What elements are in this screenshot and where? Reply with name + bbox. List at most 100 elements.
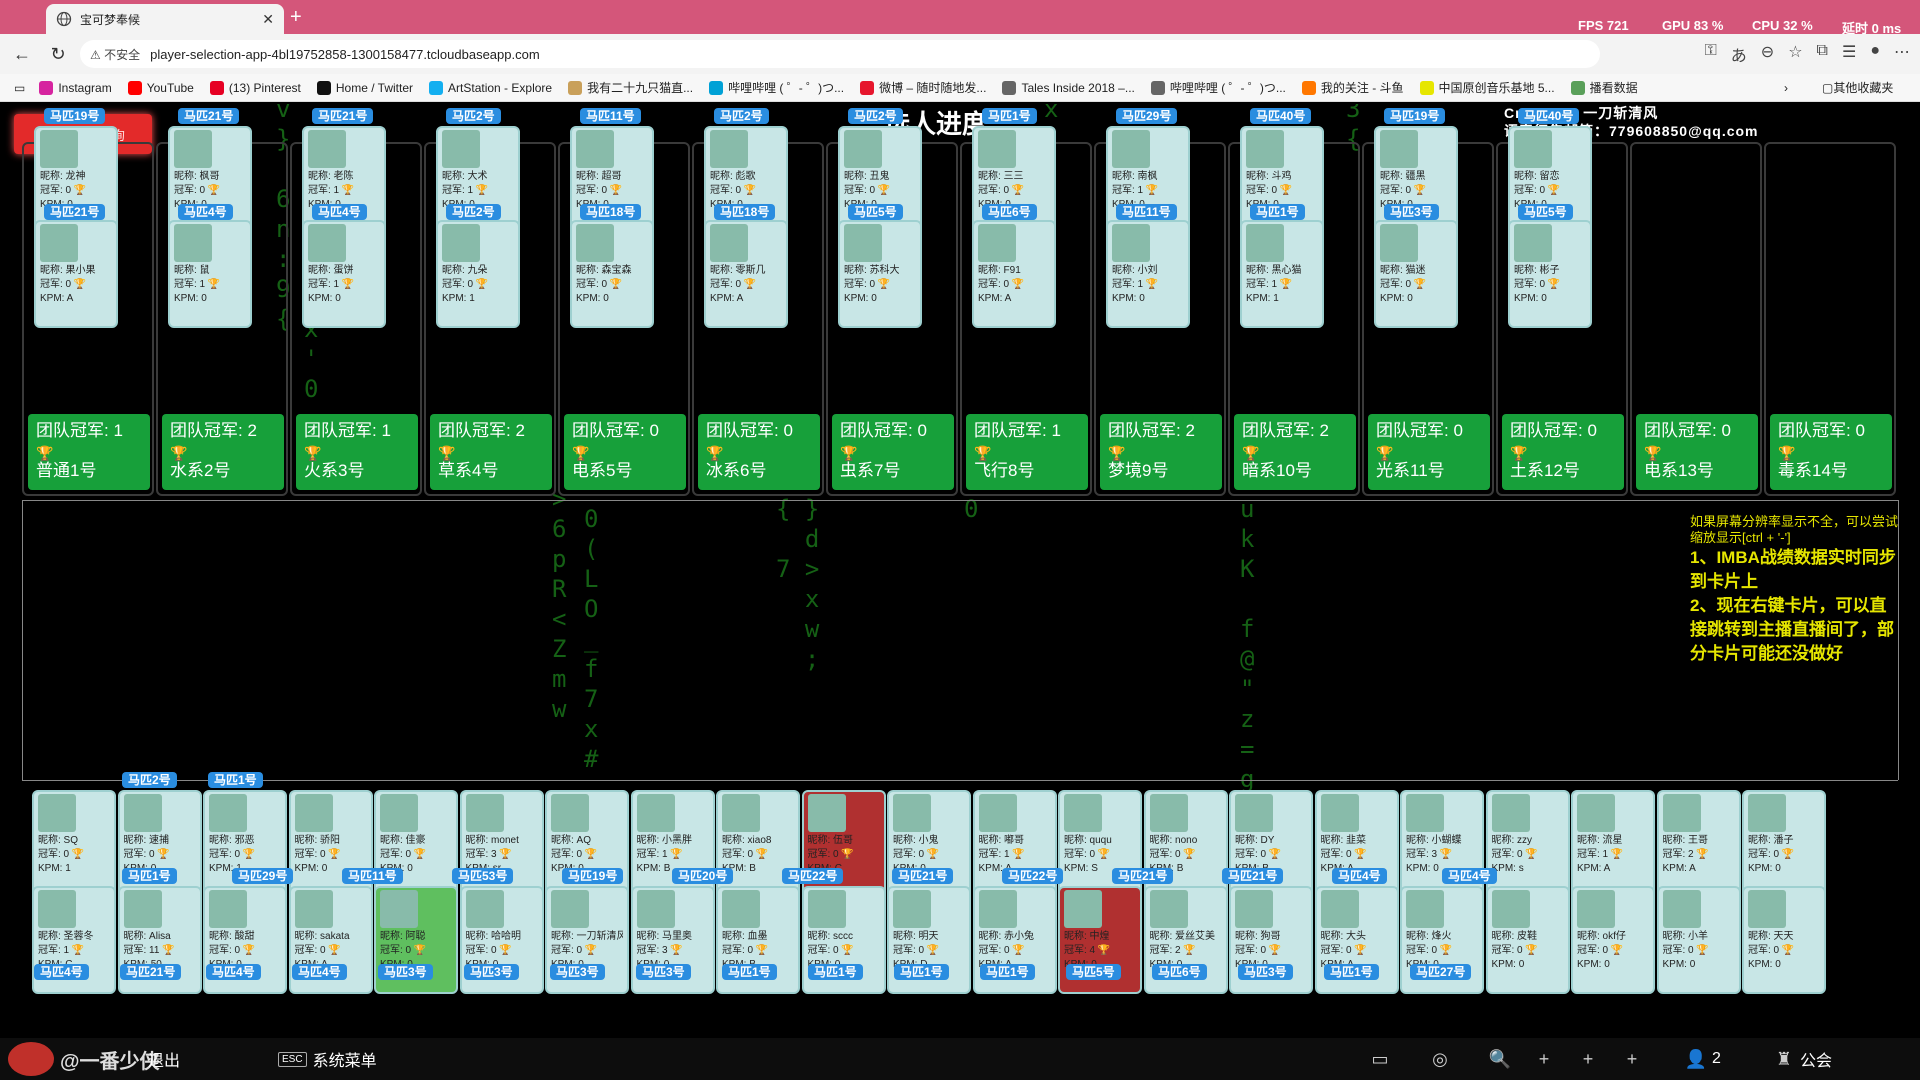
player-card[interactable]: 昵称: 彬子 冠军: 0 🏆 KPM: 0 [1508, 220, 1592, 328]
bookmark-item[interactable]: Home / Twitter [316, 79, 413, 96]
trophy-icon: 🏆 [572, 445, 590, 461]
trophy-icon: 🏆 [838, 849, 854, 860]
player-card[interactable]: 昵称: 森宝森 冠军: 0 🏆 KPM: 0 [570, 220, 654, 328]
friends-button[interactable]: 👤 2 [1680, 1038, 1721, 1080]
search-icon[interactable]: 🔍 [1484, 1038, 1516, 1080]
disc-icon[interactable]: ◎ [1424, 1038, 1456, 1080]
tips-small: 如果屏幕分辨率显示不全，可以尝试缩放显示[ctrl + '-'] [1690, 514, 1899, 545]
trophy-icon: 🏆 [1277, 279, 1293, 290]
trophy-icon: 🏆 [1437, 945, 1453, 956]
trophy-icon: 🏆 [582, 849, 598, 860]
player-card[interactable]: 昵称: 果小果 冠军: 0 🏆 KPM: A [34, 220, 118, 328]
avatar [807, 794, 846, 832]
translate-icon[interactable]: あ [1731, 42, 1747, 66]
new-tab-icon[interactable]: + [290, 6, 302, 29]
other-bookmarks[interactable]: ▢ 其他收藏夹 [1822, 79, 1893, 96]
profile-icon[interactable]: ● [1870, 42, 1880, 66]
avatar [722, 794, 760, 832]
close-tab-icon[interactable]: ✕ [262, 11, 274, 28]
exit-button[interactable]: 退出 [148, 1038, 180, 1080]
matrix-rain: > 6 p R < Z m w [552, 485, 567, 723]
reload-icon[interactable]: ↻ [44, 40, 72, 68]
team-champion-box: 团队冠军: 1 🏆 飞行8号 [966, 414, 1088, 490]
trophy-icon: 🏆 [1180, 849, 1196, 860]
add-icon[interactable]: + [1616, 1038, 1648, 1080]
bookmark-item[interactable]: 我有二十九只猫直... [568, 79, 693, 96]
trophy-icon: 🏆 [438, 445, 456, 461]
slot-tag: 马匹11号 [580, 108, 641, 124]
slot-tag: 马匹4号 [312, 204, 367, 220]
reading-icon[interactable]: ▭ [14, 81, 25, 95]
key-icon[interactable]: ⚿ [1705, 42, 1717, 66]
slot-tag: 马匹22号 [782, 868, 844, 884]
zoom-icon[interactable]: ⊖ [1761, 42, 1774, 66]
bookmark-item[interactable]: 微博 – 随时随地发... [860, 79, 986, 96]
bookmark-icon [429, 80, 444, 95]
avatar [636, 890, 675, 928]
add-icon[interactable]: + [1572, 1038, 1604, 1080]
bookmark-item[interactable]: 哔哩哔哩 ( ゜- ゜)つ... [709, 79, 844, 96]
avatar [294, 890, 333, 928]
player-card[interactable]: 昵称: 潘子 冠军: 0 🏆 KPM: 0 [1742, 790, 1826, 898]
player-card[interactable]: 昵称: 流星 冠军: 1 🏆 KPM: A [1571, 790, 1655, 898]
trophy-icon: 🏆 [667, 849, 683, 860]
avatar [1246, 130, 1284, 168]
player-card[interactable]: 昵称: 鼠冠军: 1 🏆 KPM: 0 [168, 220, 252, 328]
people-icon: 👤 [1684, 1048, 1708, 1069]
player-card[interactable]: 昵称: 黑心猫 冠军: 1 🏆 KPM: 1 [1240, 220, 1324, 328]
bookmark-item[interactable]: 中国原创音乐基地 5... [1419, 79, 1555, 96]
trophy-icon: 🏆 [1522, 945, 1538, 956]
player-card[interactable]: 昵称: SQ 冠军: 0 🏆 KPM: 1 [32, 790, 116, 898]
bookmark-item[interactable]: Instagram [39, 79, 112, 96]
extensions-icon[interactable]: ⧉ [1817, 42, 1828, 66]
insecure-badge[interactable]: ⚠ 不安全 [90, 46, 140, 63]
chevron-right-icon[interactable]: › [1784, 81, 1788, 95]
player-card[interactable]: 昵称: 王哥 冠军: 2 🏆 KPM: A [1656, 790, 1741, 898]
star-icon[interactable]: ☆ [1788, 42, 1802, 66]
avatar [1748, 890, 1786, 928]
bookmark-item[interactable]: YouTube [127, 79, 194, 96]
slot-tag: 马匹21号 [44, 204, 106, 220]
player-card[interactable]: 昵称: 天天 冠军: 0 🏆 KPM: 0 [1742, 886, 1826, 994]
player-card[interactable]: 昵称: 九朵 冠军: 0 🏆 KPM: 1 [436, 220, 520, 328]
chat-icon[interactable]: ▭ [1364, 1038, 1396, 1080]
slot-tag: 马匹53号 [452, 868, 514, 884]
slot-tag: 马匹40号 [1518, 108, 1580, 124]
back-icon[interactable]: ← [8, 40, 36, 68]
bookmark-item[interactable]: Tales Inside 2018 –... [1002, 79, 1135, 96]
avatar [978, 224, 1016, 262]
player-card[interactable]: 昵称: 猫迷 冠军: 0 🏆 KPM: 0 [1374, 220, 1458, 328]
favorites-icon[interactable]: ☰ [1842, 42, 1856, 66]
player-card[interactable]: 昵称: 小刘 冠军: 1 🏆 KPM: 0 [1106, 220, 1190, 328]
trophy-icon: 🏆 [1242, 445, 1260, 461]
guild-button[interactable]: ♜ 公会 [1768, 1038, 1832, 1080]
player-card[interactable]: 昵称: okf仔 冠军: 0 🏆 KPM: 0 [1571, 886, 1655, 994]
bookmark-item[interactable]: ArtStation - Explore [429, 79, 552, 96]
slot-tag: 马匹1号 [982, 108, 1037, 124]
bookmark-item[interactable]: 我的关注 - 斗鱼 [1301, 79, 1404, 96]
trophy-icon: 🏆 [1009, 849, 1025, 860]
player-card[interactable]: 昵称: 皮鞋 冠军: 0 🏆 KPM: 0 [1485, 886, 1570, 994]
bookmark-item[interactable]: (13) Pinterest [209, 79, 301, 96]
trophy-icon: 🏆 [1778, 445, 1796, 461]
slot-tag: 马匹3号 [550, 964, 605, 980]
slot-tag: 马匹21号 [892, 868, 954, 884]
player-card[interactable]: 昵称: 苏科大 冠军: 0 🏆 KPM: 0 [838, 220, 922, 328]
add-icon[interactable]: + [1528, 1038, 1560, 1080]
more-icon[interactable]: ⋯ [1894, 42, 1910, 66]
tips-line2: 2、现在右键卡片，可以直接跳转到主播直播间了，部分卡片可能还没做好 [1690, 596, 1894, 663]
slot-tag: 马匹4号 [292, 964, 347, 980]
bookmark-item[interactable]: 哔哩哔哩 ( ゜- ゜)つ... [1150, 79, 1286, 96]
system-menu-button[interactable]: ESC 系统菜单 [278, 1038, 377, 1080]
bookmark-item[interactable]: 播看数据 [1570, 79, 1638, 96]
slot-tag: 马匹19号 [562, 868, 624, 884]
trophy-icon: 🏆 [1779, 849, 1795, 860]
player-card[interactable]: 昵称: zzy 冠军: 0 🏆 KPM: s [1485, 790, 1570, 898]
url-field[interactable]: ⚠ 不安全 player-selection-app-4bl19752858-1… [80, 40, 1600, 68]
browser-tab[interactable]: 宝可梦奉候 ✕ [46, 4, 284, 34]
player-card[interactable]: 昵称: F91 冠军: 0 🏆 KPM: A [972, 220, 1056, 328]
player-card[interactable]: 昵称: 零斯几 冠军: 0 🏆 KPM: A [704, 220, 788, 328]
avatar [1662, 890, 1701, 928]
player-card[interactable]: 昵称: 蛋饼 冠军: 1 🏆 KPM: 0 [302, 220, 386, 328]
player-card[interactable]: 昵称: 小羊 冠军: 0 🏆 KPM: 0 [1656, 886, 1741, 994]
